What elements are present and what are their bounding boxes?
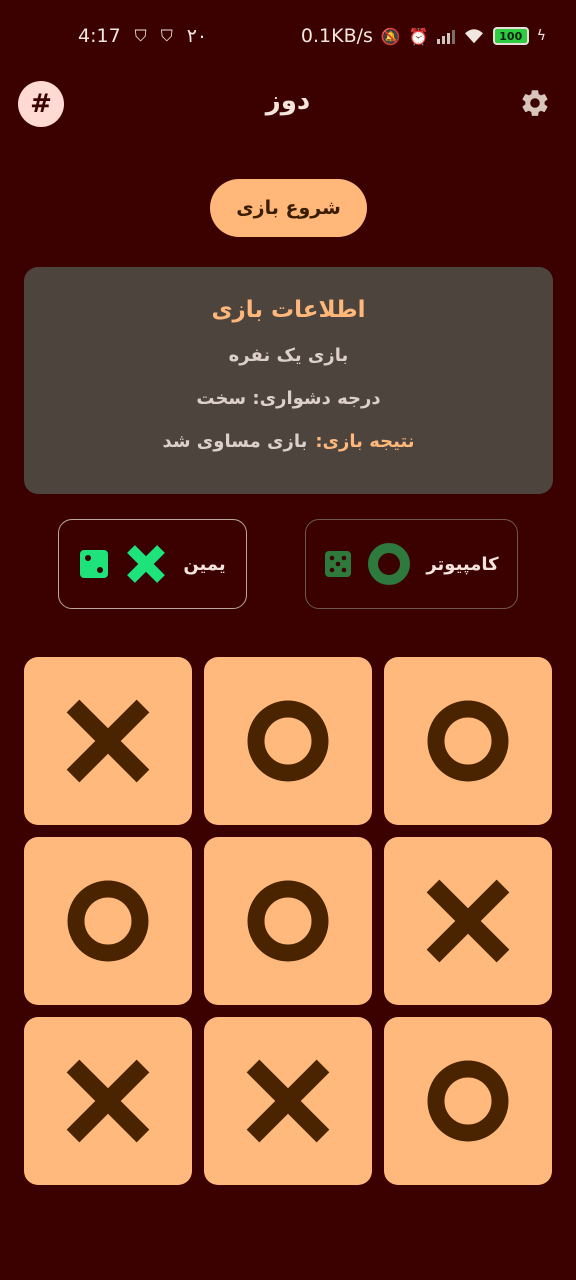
player-card-computer: کامپیوتر <box>305 519 518 609</box>
player-name-computer: کامپیوتر <box>426 553 499 575</box>
board-cell[interactable] <box>384 1017 552 1185</box>
board-cell[interactable] <box>24 837 192 1005</box>
o-mark-icon <box>368 543 411 585</box>
net-speed: 0.1KB/s <box>300 25 373 47</box>
notification-icon: ⛉ <box>134 26 147 45</box>
app-title: دوز <box>265 86 311 116</box>
board-cell[interactable] <box>384 837 552 1005</box>
o-mark-icon <box>247 700 329 782</box>
board-cell[interactable] <box>24 657 192 825</box>
app-bar: # دوز <box>0 72 576 136</box>
x-mark-icon <box>66 1059 150 1143</box>
o-mark-icon <box>67 880 149 962</box>
player-name-you: یمین <box>183 553 226 575</box>
player-card-you: یمین <box>58 519 247 609</box>
o-mark-icon <box>247 880 329 962</box>
dice-icon <box>325 551 352 577</box>
o-mark-icon <box>427 1060 509 1142</box>
status-time: 4:17 <box>78 25 121 47</box>
wifi-icon <box>464 29 483 44</box>
game-board <box>24 657 553 1185</box>
status-bar: 4:17 ⛉ ⛉ ۲۰ 0.1KB/s 🔕 ⏰ 100 ϟ <box>0 0 576 72</box>
status-left: 4:17 ⛉ ⛉ ۲۰ <box>78 25 207 47</box>
charging-icon: ϟ <box>536 28 546 44</box>
o-mark-icon <box>427 700 509 782</box>
dice-icon <box>80 550 109 578</box>
x-mark-icon <box>426 879 510 963</box>
game-mode: بازی یک نفره <box>228 345 349 366</box>
board-cell[interactable] <box>204 657 372 825</box>
gear-icon <box>522 90 548 116</box>
alarm-icon: ⏰ <box>408 26 429 46</box>
mute-bell-icon: 🔕 <box>380 26 401 46</box>
info-title: اطلاعات بازی <box>211 297 366 323</box>
game-result: نتیجه بازی: بازی مساوی شد <box>162 431 414 452</box>
game-info-card: اطلاعات بازی بازی یک نفره درجه دشواری: س… <box>24 267 553 494</box>
status-right: 0.1KB/s 🔕 ⏰ 100 ϟ <box>301 25 546 47</box>
signal-icon <box>436 28 455 44</box>
battery-icon: 100 <box>492 27 529 45</box>
notification-icon-2: ⛉ <box>160 26 173 45</box>
x-mark-icon <box>127 545 166 583</box>
result-value: بازی مساوی شد <box>162 431 308 452</box>
difficulty: درجه دشواری: سخت <box>196 388 381 409</box>
settings-button[interactable] <box>518 86 552 120</box>
board-cell[interactable] <box>384 657 552 825</box>
board-cell[interactable] <box>204 837 372 1005</box>
board-cell[interactable] <box>204 1017 372 1185</box>
status-extra-digits: ۲۰ <box>186 25 208 47</box>
x-mark-icon <box>246 1059 330 1143</box>
result-label: نتیجه بازی: <box>315 431 415 452</box>
start-game-button[interactable]: شروع بازی <box>210 179 367 237</box>
board-cell[interactable] <box>24 1017 192 1185</box>
x-mark-icon <box>66 699 150 783</box>
